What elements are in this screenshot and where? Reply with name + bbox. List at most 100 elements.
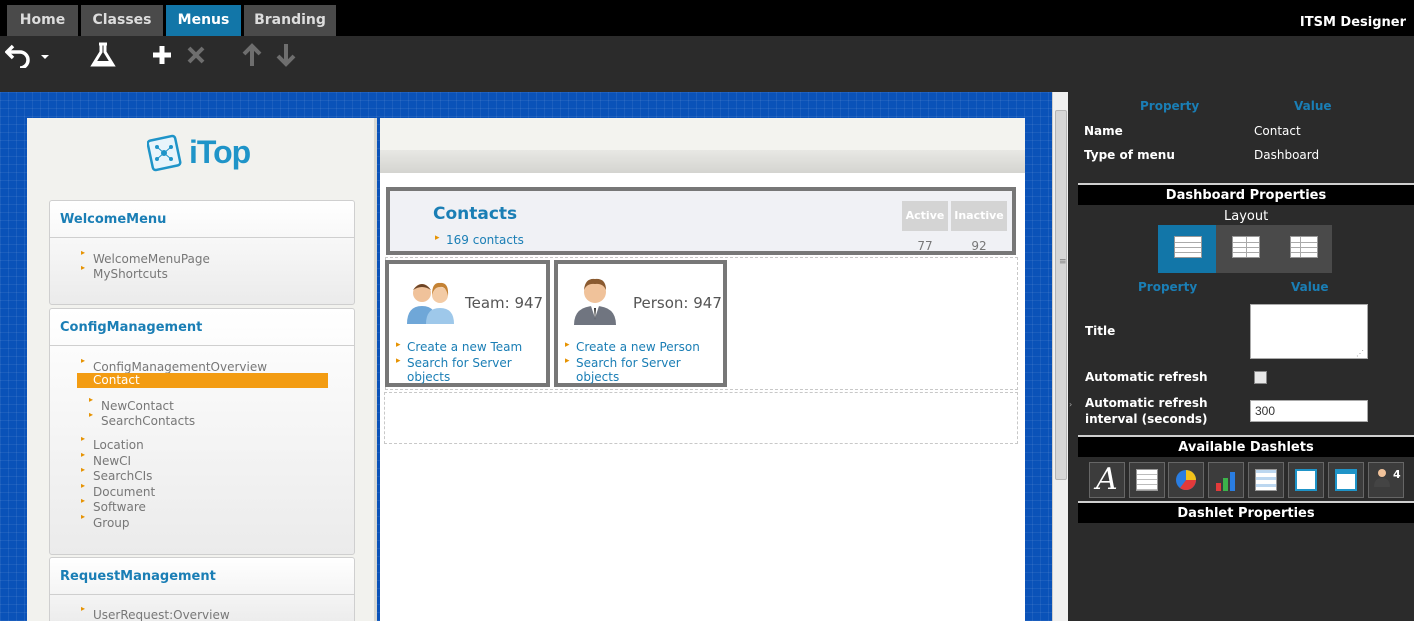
menu-item-contact[interactable]: Contact <box>77 373 328 388</box>
value-column-header: Value <box>1294 99 1332 113</box>
header-dashlet-icon[interactable] <box>1288 462 1324 498</box>
header-static-icon[interactable] <box>1328 462 1364 498</box>
close-icon[interactable] <box>186 45 206 65</box>
layout-label: Layout <box>1224 209 1269 224</box>
dashlet-drop-zone <box>384 392 1018 444</box>
person-count: Person: 947 <box>633 294 722 312</box>
refresh-interval-input[interactable]: 300 <box>1250 400 1368 422</box>
menu-group-title[interactable]: RequestManagement <box>50 558 354 595</box>
arrow-down-icon[interactable] <box>276 42 296 68</box>
list-dashlet-icon[interactable] <box>1248 462 1284 498</box>
auto-refresh-label: Automatic refresh <box>1085 370 1208 384</box>
menu-item-configmanagementoverview[interactable]: ▸ ConfigManagementOverview <box>81 356 267 374</box>
menu-group-title[interactable]: ConfigManagement <box>50 309 354 346</box>
header-bar <box>380 150 1025 173</box>
canvas-scrollbar[interactable]: ≡ <box>1052 92 1068 621</box>
person-badge-dashlet[interactable]: Person: 947 Create a new Person Search f… <box>554 260 727 387</box>
property-column-header: Property <box>1140 99 1200 113</box>
pie-chart-icon[interactable] <box>1168 462 1204 498</box>
contacts-count-link[interactable]: ▸ 169 contacts <box>435 233 524 247</box>
type-of-menu-value[interactable]: Dashboard <box>1254 148 1319 162</box>
menu-group-title[interactable]: WelcomeMenu <box>50 201 354 238</box>
menu-item-userrequest-overview[interactable]: ▸ UserRequest:Overview <box>81 604 230 621</box>
team-count: Team: 947 <box>465 294 544 312</box>
available-dashlets-header: Available Dashlets <box>1078 435 1414 457</box>
layout-three-column-button[interactable] <box>1274 225 1332 273</box>
team-icon <box>407 282 454 324</box>
value-column-header: Value <box>1291 280 1329 294</box>
table-dashlet-icon[interactable] <box>1129 462 1165 498</box>
bullet-icon: ▸ <box>81 465 86 474</box>
stat-value-active: 77 <box>917 239 933 253</box>
layout-one-column-button[interactable] <box>1158 225 1216 273</box>
properties-panel: Property Value Name Contact Type of menu… <box>1068 92 1414 621</box>
menu-item-document[interactable]: ▸ Document <box>81 481 155 499</box>
menu-item-searchcontacts[interactable]: ▸ SearchContacts <box>89 410 195 428</box>
bullet-icon: ▸ <box>89 410 94 419</box>
app-title: ITSM Designer <box>1299 15 1406 30</box>
search-person-link[interactable]: Search for Server objects <box>565 356 723 384</box>
flask-icon[interactable] <box>90 42 116 68</box>
panel-collapse-handle[interactable]: › <box>1069 400 1072 409</box>
scrollbar-thumb[interactable]: ≡ <box>1055 110 1067 480</box>
contacts-header-dashlet[interactable]: Contacts ▸ 169 contacts Active Inactive … <box>386 187 1016 255</box>
bullet-icon: ▸ <box>435 233 440 243</box>
top-bar: Home Classes Menus Branding ITSM Designe… <box>0 0 1414 36</box>
menu-item-newci[interactable]: ▸ NewCI <box>81 450 131 468</box>
auto-refresh-checkbox[interactable] <box>1254 371 1267 384</box>
bullet-icon: ▸ <box>81 604 86 613</box>
menu-item-welcomemenupage[interactable]: ▸ WelcomeMenuPage <box>81 248 210 266</box>
badge-dashlet-icon[interactable]: 4 <box>1368 462 1404 498</box>
tab-branding[interactable]: Branding <box>244 5 336 36</box>
grip-icon: ≡ <box>1059 257 1067 267</box>
badge-people-icon <box>1374 469 1390 487</box>
layout-one-col-icon <box>1174 236 1202 258</box>
tab-classes[interactable]: Classes <box>81 5 163 36</box>
toolbar <box>0 36 1414 92</box>
dashboard-properties-header: Dashboard Properties <box>1078 183 1414 205</box>
title-label: Title <box>1085 324 1116 338</box>
menu-item-myshortcuts[interactable]: ▸ MyShortcuts <box>81 263 168 281</box>
title-textarea[interactable]: ⋰ <box>1250 304 1368 359</box>
undo-icon[interactable] <box>5 42 33 68</box>
bullet-icon: ▸ <box>81 248 86 257</box>
create-person-link[interactable]: Create a new Person <box>565 340 700 354</box>
bullet-icon: ▸ <box>89 395 94 404</box>
menu-group-config: ConfigManagement ▸ ConfigManagementOvervi… <box>49 308 355 555</box>
menu-item-group[interactable]: ▸ Group <box>81 512 130 530</box>
itop-menu-pane: iTop WelcomeMenu ▸ WelcomeMenuPage ▸ MySho… <box>27 118 377 621</box>
resize-grip-icon[interactable]: ⋰ <box>1356 349 1364 358</box>
layout-two-column-button[interactable] <box>1216 225 1274 273</box>
search-team-link[interactable]: Search for Server objects <box>396 356 546 384</box>
bullet-icon: ▸ <box>81 496 86 505</box>
arrow-up-icon[interactable] <box>242 42 262 68</box>
menu-group-request: RequestManagement ▸ UserRequest:Overview <box>49 557 355 621</box>
tab-home[interactable]: Home <box>7 5 78 36</box>
stat-value-inactive: 92 <box>971 239 987 253</box>
create-team-link[interactable]: Create a new Team <box>396 340 522 354</box>
bar-chart-icon[interactable] <box>1208 462 1244 498</box>
menu-item-newcontact[interactable]: ▸ NewContact <box>89 395 174 413</box>
bullet-icon: ▸ <box>81 481 86 490</box>
caret-down-icon[interactable] <box>40 54 50 60</box>
text-dashlet-icon[interactable]: A <box>1089 462 1125 498</box>
stat-header-inactive: Inactive <box>951 201 1007 231</box>
dashboard-title: Contacts <box>433 204 518 224</box>
team-badge-dashlet[interactable]: Team: 947 Create a new Team Search for S… <box>385 260 550 387</box>
layout-three-col-icon <box>1290 236 1318 258</box>
header-strip <box>380 118 1025 150</box>
refresh-interval-label-line1: Automatic refresh <box>1085 396 1208 410</box>
menu-item-software[interactable]: ▸ Software <box>81 496 146 514</box>
bullet-icon: ▸ <box>81 450 86 459</box>
plus-icon[interactable] <box>152 45 172 65</box>
badge-count: 4 <box>1393 468 1401 481</box>
layout-two-col-icon <box>1232 236 1260 258</box>
refresh-interval-label-line2: interval (seconds) <box>1085 412 1208 426</box>
name-value[interactable]: Contact <box>1254 124 1301 138</box>
tab-menus[interactable]: Menus <box>166 5 241 36</box>
menu-item-searchcis[interactable]: ▸ SearchCIs <box>81 465 152 483</box>
property-column-header: Property <box>1138 280 1198 294</box>
itop-logo-text: iTop <box>189 134 251 170</box>
itop-dashboard-pane: Contacts ▸ 169 contacts Active Inactive … <box>380 118 1025 621</box>
menu-item-location[interactable]: ▸ Location <box>81 434 144 452</box>
